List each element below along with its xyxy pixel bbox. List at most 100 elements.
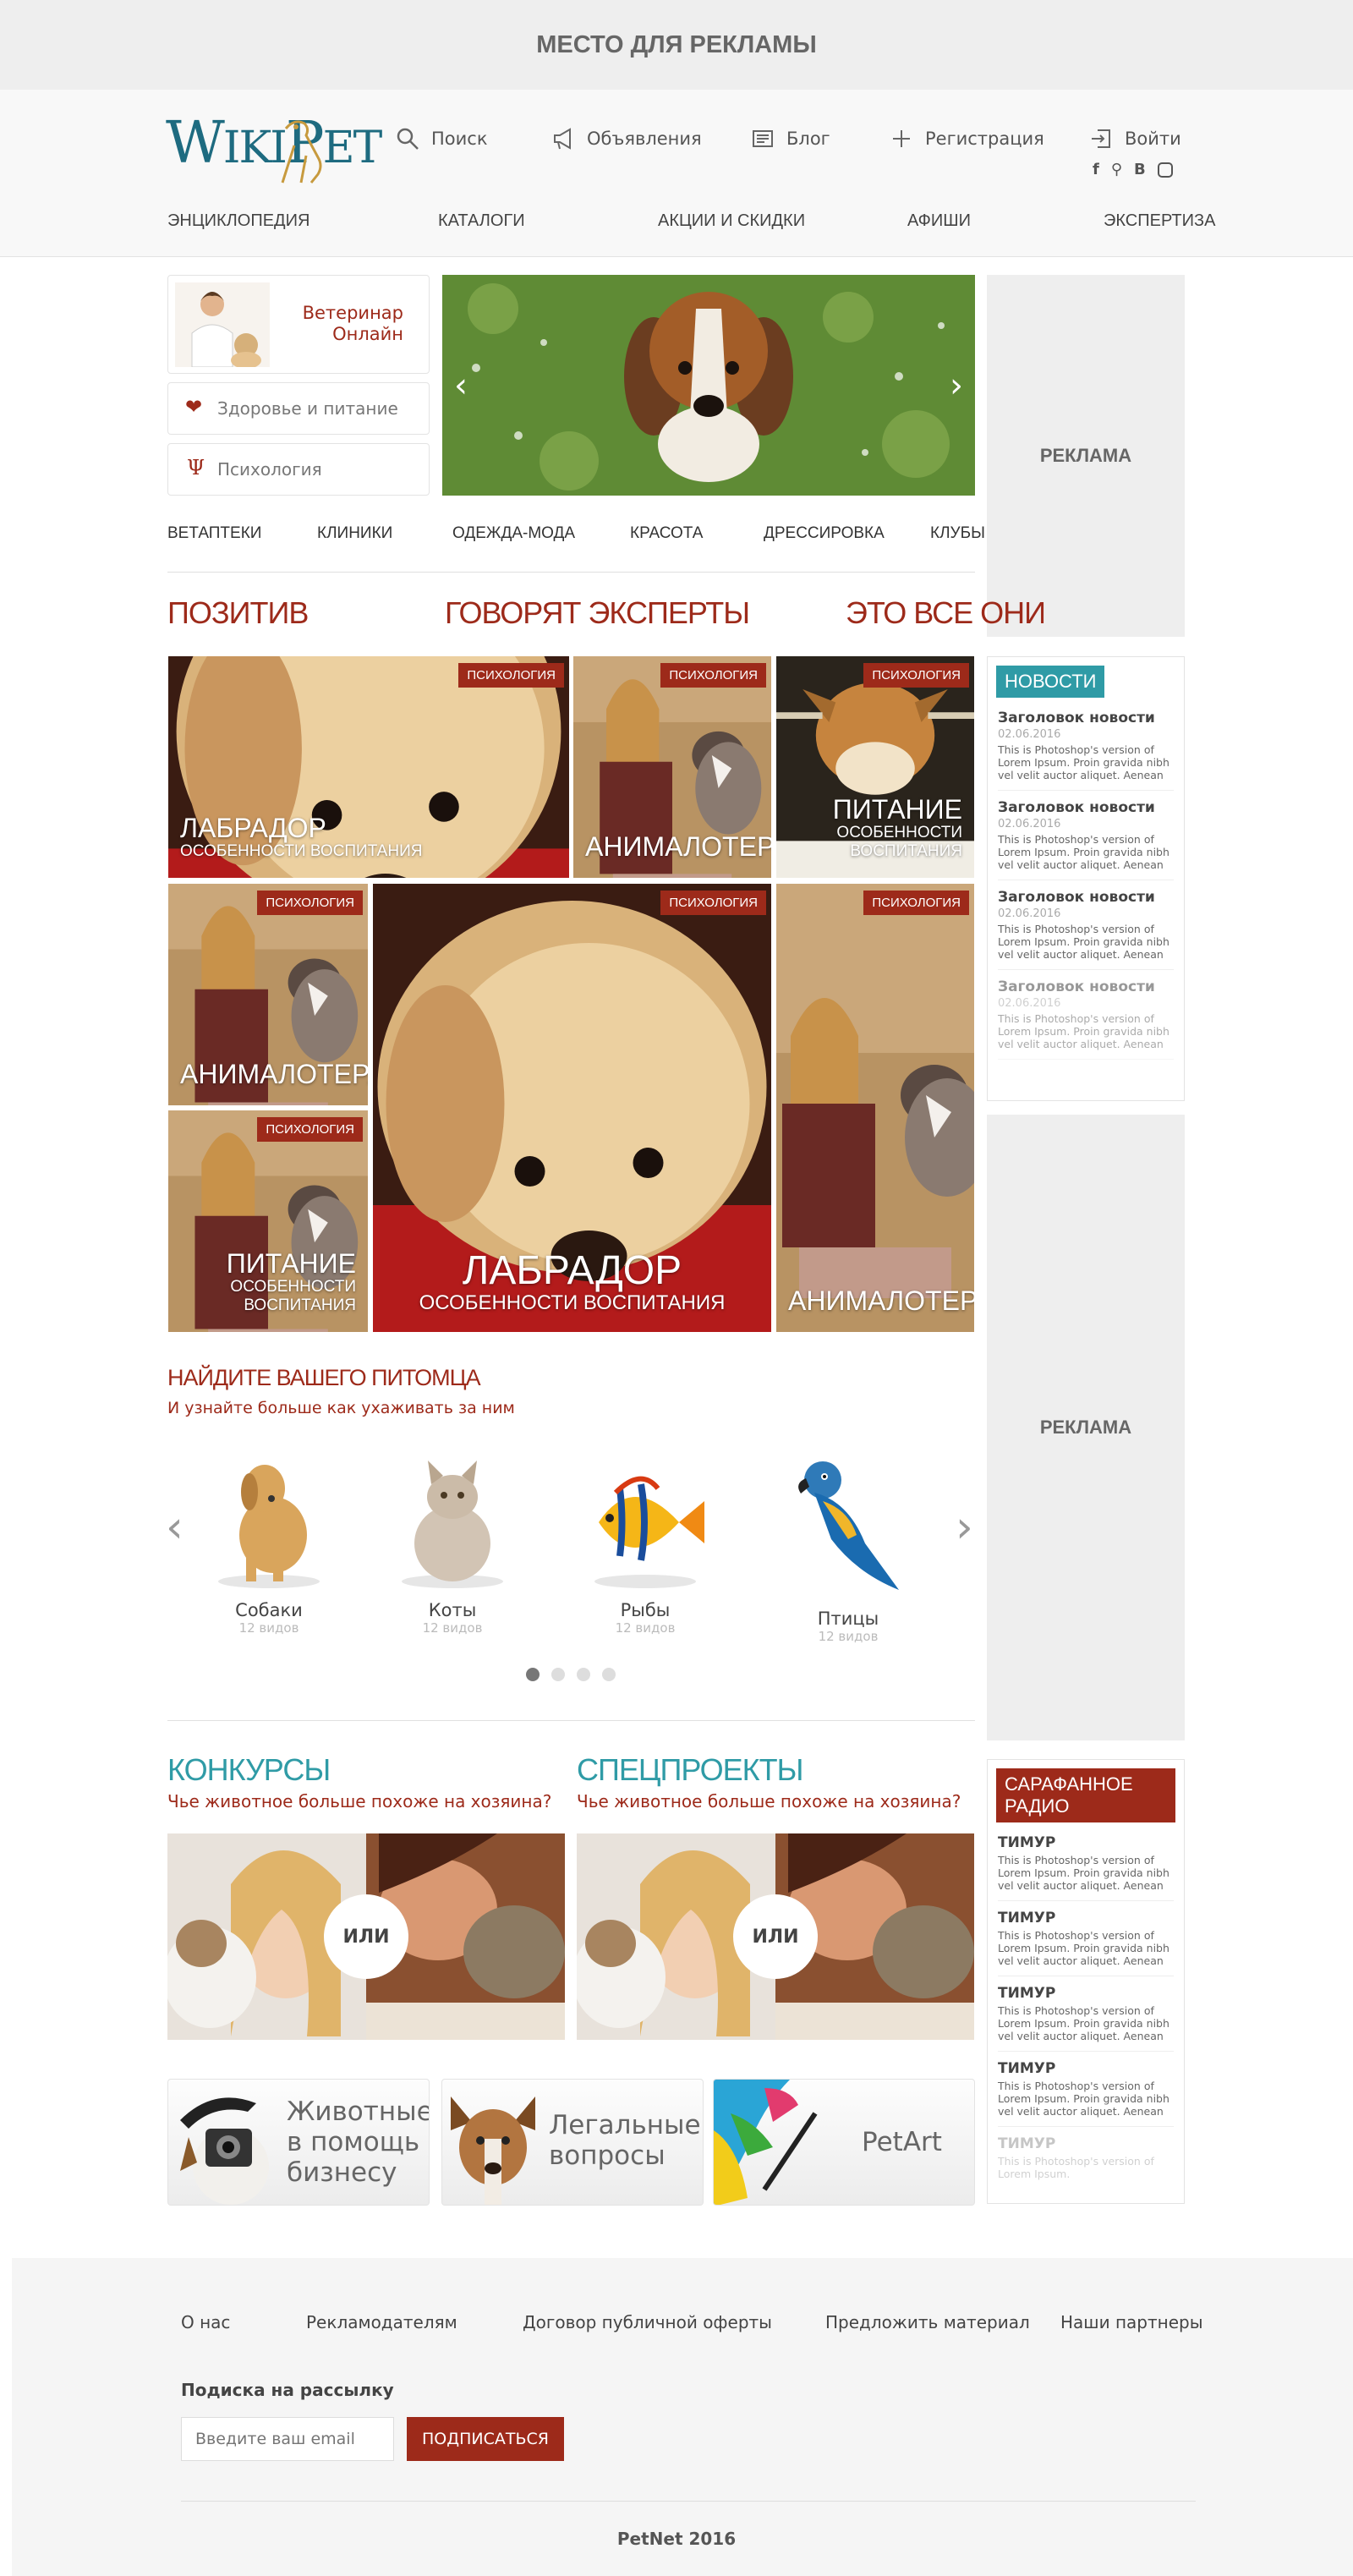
news-date: 02.06.2016 xyxy=(998,818,1061,830)
pet-cats[interactable]: Коты 12 видов xyxy=(372,1455,533,1636)
tile-caption: АНИМАЛОТЕРАПИЯ xyxy=(788,1286,974,1315)
pets-prev-arrow[interactable]: ‹ xyxy=(166,1502,184,1553)
radio-author: ТИМУР xyxy=(998,2135,1056,2152)
pet-fish[interactable]: Рыбы 12 видов xyxy=(565,1455,726,1636)
footer-link-offer[interactable]: Договор публичной оферты xyxy=(523,2312,772,2332)
tile-caption: ПИТАНИЕ ОСОБЕННОСТИ ВОСПИТАНИЯ xyxy=(788,795,962,861)
section-experts[interactable]: ГОВОРЯТ ЭКСПЕРТЫ xyxy=(445,595,750,631)
pets-next-arrow[interactable]: › xyxy=(956,1502,973,1553)
news-date: 02.06.2016 xyxy=(998,907,1061,920)
cat-clothes[interactable]: ОДЕЖДА-МОДА xyxy=(452,524,575,543)
radio-item[interactable]: ТИМУР This is Photoshop's version of Lore… xyxy=(998,1826,1174,1901)
subscribe-button[interactable]: ПОДПИСАТЬСЯ xyxy=(407,2417,564,2461)
section-positive[interactable]: ПОЗИТИВ xyxy=(167,595,309,631)
vk-icon[interactable]: B xyxy=(1134,161,1146,178)
heart-icon: ❤ xyxy=(185,395,203,419)
news-item[interactable]: Заголовок новости 02.06.2016 This is Photo… xyxy=(998,880,1174,970)
tile-caption: АНИМАЛОТЕРАПИЯ xyxy=(180,1060,368,1088)
news-item[interactable]: Заголовок новости 02.06.2016 This is Photo… xyxy=(998,701,1174,791)
cat-training[interactable]: ДРЕССИРОВКА xyxy=(764,524,885,543)
special-vs-card[interactable]: ИЛИ xyxy=(577,1833,974,2040)
tile-subtitle: ОСОБЕННОСТИ ВОСПИТАНИЯ xyxy=(419,1291,726,1314)
carousel-dot[interactable] xyxy=(602,1668,616,1681)
health-nutrition-box[interactable]: ❤ Здоровье и питание xyxy=(167,382,430,435)
promo-business-line1: Животные xyxy=(287,2096,430,2127)
ad-side-top[interactable]: РЕКЛАМА xyxy=(987,275,1185,637)
or-circle[interactable]: ИЛИ xyxy=(733,1894,818,1979)
cat-clubs[interactable]: КЛУБЫ xyxy=(930,524,985,543)
promo-business[interactable]: Животные в помощь бизнесу xyxy=(167,2079,430,2206)
slider-next-arrow[interactable]: › xyxy=(950,366,963,405)
email-input[interactable] xyxy=(181,2417,394,2461)
cat-beauty[interactable]: КРАСОТА xyxy=(630,524,703,543)
instagram-icon[interactable] xyxy=(1157,162,1173,178)
cat-image xyxy=(402,1461,503,1588)
vet-online-box[interactable]: Ветеринар Онлайн xyxy=(167,275,430,374)
special-subtitle: Чье животное больше похоже на хозяина? xyxy=(577,1791,961,1811)
footer-link-suggest[interactable]: Предложить материал xyxy=(825,2312,1030,2332)
promo-petart[interactable]: PetArt xyxy=(713,2079,975,2206)
contest-vs-card[interactable]: ИЛИ xyxy=(167,1833,565,2040)
pet-dogs[interactable]: Собаки 12 видов xyxy=(189,1455,349,1636)
main-nav-expertise[interactable]: ЭКСПЕРТИЗА xyxy=(1104,211,1215,231)
carousel-dot[interactable] xyxy=(551,1668,565,1681)
main-nav-sales[interactable]: АКЦИИ И СКИДКИ xyxy=(658,211,805,231)
tile-nutrition-2[interactable]: ПСИХОЛОГИЯ ПИТАНИЕ ОСОБЕННОСТИ ВОСПИТАНИЯ xyxy=(168,1110,368,1332)
radio-author: ТИМУР xyxy=(998,1910,1056,1927)
tile-nutrition-1[interactable]: ПСИХОЛОГИЯ ПИТАНИЕ ОСОБЕННОСТИ ВОСПИТАНИЯ xyxy=(776,656,974,878)
paint-splash-image xyxy=(714,2080,818,2205)
radio-item[interactable]: ТИМУР This is Photoshop's version of Lore… xyxy=(998,2127,1174,2189)
ad-side-top-label: РЕКЛАМА xyxy=(1039,445,1132,466)
news-item[interactable]: Заголовок новости 02.06.2016 This is Photo… xyxy=(998,791,1174,880)
top-ad-banner[interactable]: МЕСТО ДЛЯ РЕКЛАМЫ xyxy=(0,0,1353,90)
vet-online-line2: Онлайн xyxy=(332,324,403,344)
social-links: f ⚲ B xyxy=(1093,161,1173,178)
odnoklassniki-icon[interactable]: ⚲ xyxy=(1111,161,1122,178)
facebook-icon[interactable]: f xyxy=(1093,161,1099,178)
nav-login[interactable]: Войти xyxy=(1089,127,1181,151)
contests-subtitle: Чье животное больше похоже на хозяина? xyxy=(167,1791,552,1811)
news-item[interactable]: Заголовок новости 02.06.2016 This is Photo… xyxy=(998,970,1174,1060)
cat-clinics[interactable]: КЛИНИКИ xyxy=(317,524,392,543)
psychology-box[interactable]: Ψ Психология xyxy=(167,443,430,496)
dog-camera-image xyxy=(180,2097,269,2205)
cat-vetapteki[interactable]: ВЕТАПТЕКИ xyxy=(167,524,261,543)
footer-link-about[interactable]: О нас xyxy=(181,2312,230,2332)
radio-text: This is Photoshop's version of Lorem Ips… xyxy=(998,1929,1169,1967)
hero-slider[interactable]: ‹ › xyxy=(442,275,975,496)
special-title[interactable]: СПЕЦПРОЕКТЫ xyxy=(577,1752,803,1788)
ad-side-middle[interactable]: РЕКЛАМА xyxy=(987,1115,1185,1740)
slider-prev-arrow[interactable]: ‹ xyxy=(454,366,468,405)
or-circle[interactable]: ИЛИ xyxy=(324,1894,408,1979)
section-all[interactable]: ЭТО ВСЕ ОНИ xyxy=(846,595,1046,631)
tile-animal-therapy-3[interactable]: ПСИХОЛОГИЯ АНИМАЛОТЕРАПИЯ xyxy=(776,884,974,1332)
tile-caption: ЛАБРАДОР ОСОБЕННОСТИ ВОСПИТАНИЯ xyxy=(180,814,422,861)
radio-item[interactable]: ТИМУР This is Photoshop's version of Lore… xyxy=(998,2052,1174,2127)
nav-ads[interactable]: Объявления xyxy=(551,127,702,151)
nav-blog[interactable]: Блог xyxy=(751,127,830,151)
footer-link-advertisers[interactable]: Рекламодателям xyxy=(306,2312,457,2332)
promo-legal[interactable]: Легальные вопросы xyxy=(441,2079,704,2206)
tile-animal-therapy-2[interactable]: ПСИХОЛОГИЯ АНИМАЛОТЕРАПИЯ xyxy=(168,884,368,1105)
contests-title[interactable]: КОНКУРСЫ xyxy=(167,1752,331,1788)
tile-animal-therapy-1[interactable]: ПСИХОЛОГИЯ АНИМАЛОТЕРАПИЯ xyxy=(573,656,771,878)
pet-birds[interactable]: Птицы 12 видов xyxy=(768,1455,928,1644)
psychology-label: Психология xyxy=(217,459,322,480)
girl-dog-photo xyxy=(776,884,974,1332)
radio-item[interactable]: ТИМУР This is Photoshop's version of Lore… xyxy=(998,1976,1174,2052)
nav-register[interactable]: Регистрация xyxy=(890,127,1044,151)
main-nav-encyclopedia[interactable]: ЭНЦИКЛОПЕДИЯ xyxy=(167,211,309,231)
carousel-dot-active[interactable] xyxy=(526,1668,540,1681)
main-nav-posters[interactable]: АФИШИ xyxy=(907,211,971,231)
tile-labrador-big[interactable]: ПСИХОЛОГИЯ ЛАБРАДОР ОСОБЕННОСТИ ВОСПИТАНИ… xyxy=(373,884,771,1332)
radio-text: This is Photoshop's version of Lorem Ips… xyxy=(998,2155,1154,2180)
nav-search[interactable]: Поиск xyxy=(396,127,488,151)
main-nav-catalogs[interactable]: КАТАЛОГИ xyxy=(438,211,525,231)
pet-count: 12 видов xyxy=(615,1620,676,1636)
news-text: This is Photoshop's version of Lorem Ips… xyxy=(998,743,1169,781)
radio-item[interactable]: ТИМУР This is Photoshop's version of Lore… xyxy=(998,1901,1174,1976)
footer-link-partners[interactable]: Наши партнеры xyxy=(1060,2312,1203,2332)
tile-labrador[interactable]: ПСИХОЛОГИЯ ЛАБРАДОР ОСОБЕННОСТИ ВОСПИТАНИ… xyxy=(168,656,569,878)
tile-title: АНИМАЛОТЕРАПИЯ xyxy=(585,831,771,862)
carousel-dot[interactable] xyxy=(577,1668,590,1681)
